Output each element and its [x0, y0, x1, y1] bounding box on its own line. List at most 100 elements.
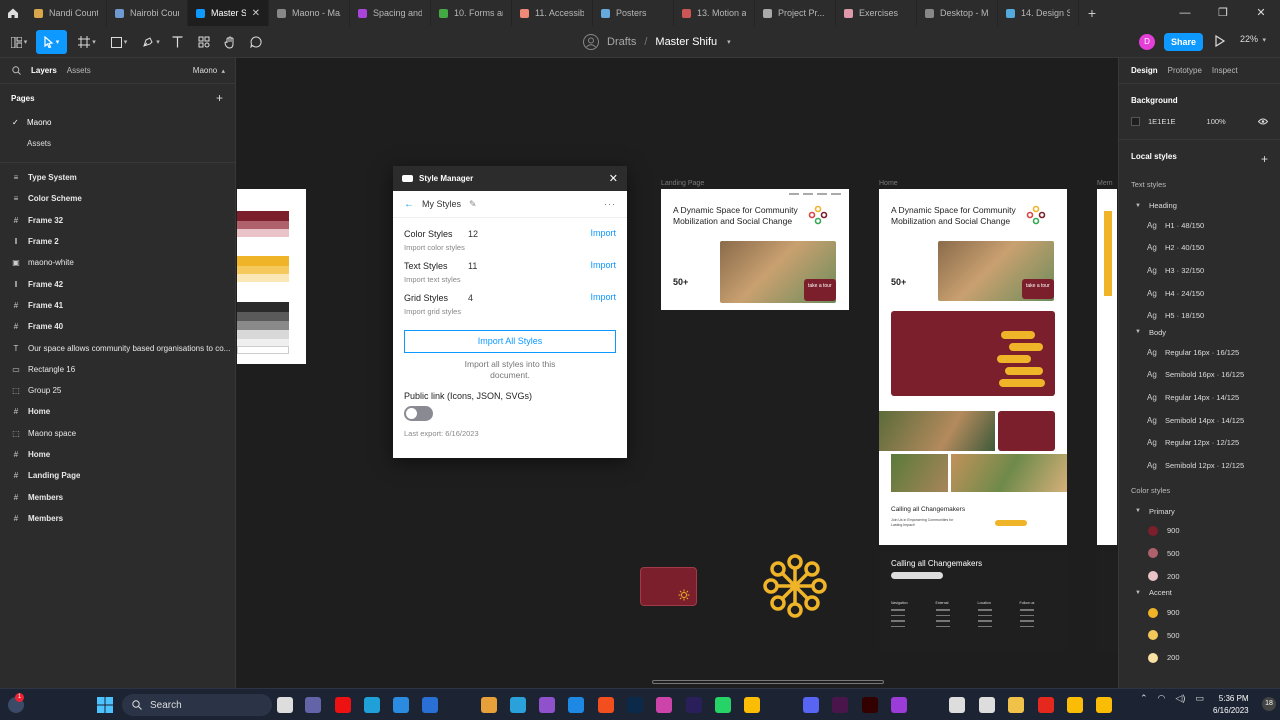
import-link[interactable]: Import [590, 228, 616, 238]
import-link[interactable]: Import [590, 292, 616, 302]
layer-item[interactable]: # Members [0, 486, 235, 507]
layer-item[interactable]: ⬚ Maono space [0, 423, 235, 444]
tab-10[interactable]: Exercises [836, 0, 917, 26]
page-item[interactable]: ✓ Maono [0, 112, 235, 133]
mail-icon[interactable] [393, 697, 409, 713]
new-tab-icon[interactable]: + [1079, 5, 1105, 21]
move-tool-icon[interactable]: ▾ [36, 30, 67, 54]
primary-group[interactable]: ▼ Primary [1119, 507, 1280, 516]
onedrive-icon[interactable] [422, 697, 438, 713]
app-icon[interactable] [656, 697, 672, 713]
tab-1[interactable]: Nairobi County... [107, 0, 188, 26]
edit-pencil-icon[interactable]: ✎ [469, 199, 477, 210]
after-effects-icon[interactable] [686, 697, 702, 713]
close-tab-icon[interactable]: ✕ [252, 8, 260, 19]
eye-icon[interactable] [1258, 118, 1268, 125]
tab-layers[interactable]: Layers [31, 66, 57, 75]
team-avatar-icon[interactable] [583, 34, 599, 50]
home-icon[interactable] [0, 0, 26, 26]
tab-7[interactable]: Posters [593, 0, 674, 26]
import-link[interactable]: Import [590, 260, 616, 270]
maximize-icon[interactable]: ❐ [1204, 0, 1242, 26]
public-link-toggle[interactable] [404, 406, 433, 421]
tab-3[interactable]: Maono - Ma... [269, 0, 350, 26]
layer-item[interactable]: # Frame 32 [0, 210, 235, 231]
layer-item[interactable]: ≡ Color Scheme [0, 188, 235, 209]
share-button[interactable]: Share [1164, 33, 1203, 51]
color-style-item[interactable]: 500 [1119, 542, 1280, 565]
volume-icon[interactable]: ◁) [1175, 693, 1185, 704]
home-footer-frame[interactable]: Calling all Changemakers Navigation Exter… [879, 551, 1067, 651]
page-selector[interactable]: Maono ▴ [193, 66, 225, 75]
text-tool-icon[interactable] [170, 30, 184, 54]
layer-item[interactable]: ≡ Type System [0, 167, 235, 188]
clock[interactable]: 5:36 PM 6/16/2023 [1213, 693, 1249, 717]
background-swatch[interactable] [1131, 117, 1140, 126]
tab-assets[interactable]: Assets [67, 66, 91, 75]
edge-icon[interactable] [364, 697, 380, 713]
canvas[interactable]: Landing Page A Dynamic Space for Communi… [237, 58, 1117, 688]
close-window-icon[interactable]: ✕ [1242, 0, 1280, 26]
layer-item[interactable]: # Home [0, 444, 235, 465]
acrobat-icon[interactable] [1038, 697, 1054, 713]
chrome-icon[interactable] [1067, 697, 1083, 713]
layer-item[interactable]: # Home [0, 401, 235, 422]
color-style-item[interactable]: 900 [1119, 520, 1280, 543]
vscode-icon[interactable] [568, 697, 584, 713]
layer-item[interactable]: ▭ Rectangle 16 [0, 359, 235, 380]
back-arrow-icon[interactable]: ← [404, 199, 414, 210]
main-menu-icon[interactable]: ▾ [6, 30, 32, 54]
tab-9[interactable]: Project Pr... [755, 0, 836, 26]
background-opacity[interactable]: 100% [1207, 117, 1226, 126]
chrome-icon[interactable] [744, 697, 760, 713]
folder-icon[interactable] [1008, 697, 1024, 713]
app-icon[interactable] [979, 697, 995, 713]
tab-8[interactable]: 13. Motion an... [674, 0, 755, 26]
tab-11[interactable]: Desktop - Ma... [917, 0, 998, 26]
notification-badge[interactable]: 18 [1262, 697, 1276, 711]
flower-logo-icon[interactable] [762, 553, 828, 619]
telegram-icon[interactable] [510, 697, 526, 713]
pen-tool-icon[interactable]: ▾ [138, 30, 164, 54]
resources-icon[interactable] [196, 30, 212, 54]
members-frame[interactable] [1097, 189, 1117, 545]
taskbar-search[interactable]: Search [122, 694, 272, 716]
heading-group[interactable]: ▼ Heading [1119, 201, 1280, 210]
color-style-item[interactable]: 200 [1119, 647, 1280, 670]
shape-tool-icon[interactable]: ▾ [106, 30, 132, 54]
landing-page-frame[interactable]: A Dynamic Space for Community Mobilizati… [661, 189, 849, 310]
frame-label-home[interactable]: Home [879, 180, 898, 187]
whatsapp-icon[interactable] [715, 697, 731, 713]
tab-0[interactable]: Nandi County... [26, 0, 107, 26]
search-layers-icon[interactable] [12, 66, 21, 75]
discord-icon[interactable] [803, 697, 819, 713]
tab-5[interactable]: 10. Forms and ... [431, 0, 512, 26]
breadcrumb-drafts[interactable]: Drafts [607, 36, 636, 48]
comment-tool-icon[interactable] [248, 30, 264, 54]
teams-icon[interactable] [305, 697, 321, 713]
chevron-down-icon[interactable]: ▾ [727, 38, 731, 46]
hand-tool-icon[interactable] [222, 30, 238, 54]
text-style-item[interactable]: Ag Regular 12px · 12/125 [1119, 431, 1280, 454]
layer-item[interactable]: # Frame 40 [0, 316, 235, 337]
layer-item[interactable]: ▣ maono-white [0, 252, 235, 273]
background-row[interactable]: 1E1E1E 100% [1119, 117, 1280, 126]
color-style-item[interactable]: 900 [1119, 601, 1280, 624]
tab-design[interactable]: Design [1131, 66, 1158, 75]
text-style-item[interactable]: Ag H1 · 48/150 [1119, 214, 1280, 237]
horizontal-scrollbar[interactable] [652, 680, 884, 684]
tab-4[interactable]: Spacing and ... [350, 0, 431, 26]
layer-item[interactable]: T Our space allows community based organi… [0, 337, 235, 358]
chrome-icon[interactable] [1096, 697, 1112, 713]
tab-prototype[interactable]: Prototype [1168, 66, 1202, 75]
add-page-icon[interactable]: + [216, 91, 223, 105]
text-style-item[interactable]: Ag Semibold 14px · 14/125 [1119, 409, 1280, 432]
app-icon[interactable] [891, 697, 907, 713]
layer-item[interactable]: ‖ Frame 42 [0, 273, 235, 294]
wifi-icon[interactable]: ◠ [1158, 693, 1166, 704]
frame-tool-icon[interactable]: ▾ [74, 30, 100, 54]
file-name[interactable]: Master Shifu [655, 36, 717, 48]
color-style-item[interactable]: 200 [1119, 565, 1280, 588]
close-icon[interactable]: ✕ [609, 172, 618, 185]
battery-icon[interactable]: ▭ [1195, 693, 1204, 704]
